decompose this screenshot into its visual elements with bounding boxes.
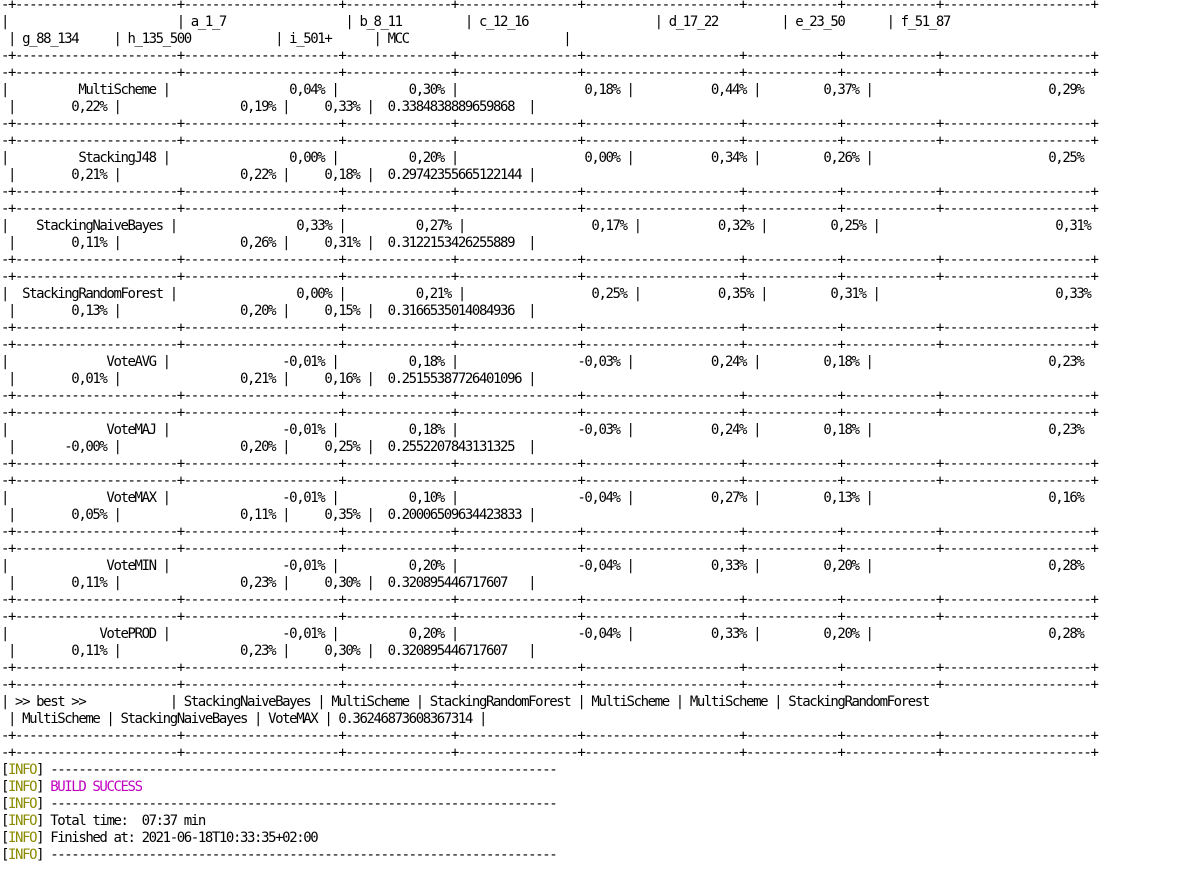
table-border: -+-----------------------+--------------… — [1, 48, 1099, 64]
table-border: -+-----------------------+--------------… — [1, 745, 1099, 761]
table-border: -+-----------------------+--------------… — [1, 133, 1099, 149]
table-border: -+-----------------------+--------------… — [1, 184, 1099, 200]
table-row-line: | 0,11% | 0,23% | 0,30% | 0.320895446717… — [1, 643, 537, 659]
table-row-line: | StackingRandomForest | 0,00% | 0,21% |… — [1, 286, 1092, 302]
table-border: -+-----------------------+--------------… — [1, 609, 1099, 625]
table-border: -+-----------------------+--------------… — [1, 456, 1099, 472]
table-border: -+-----------------------+--------------… — [1, 660, 1099, 676]
table-row-line: | VoteMIN | -0,01% | 0,20% | -0,04% | 0,… — [1, 558, 1085, 574]
table-border: -+-----------------------+--------------… — [1, 405, 1099, 421]
table-border: -+-----------------------+--------------… — [1, 116, 1099, 132]
info-label: INFO — [8, 830, 38, 846]
table-row-line: | VoteAVG | -0,01% | 0,18% | -0,03% | 0,… — [1, 354, 1085, 370]
table-row-line: | 0,22% | 0,19% | 0,33% | 0.338483888965… — [1, 99, 537, 115]
table-row-line: | -0,00% | 0,20% | 0,25% | 0.25522078431… — [1, 439, 537, 455]
table-border: -+-----------------------+--------------… — [1, 337, 1099, 353]
total-time: [INFO] Total time: 07:37 min — [1, 813, 206, 829]
table-border: -+-----------------------+--------------… — [1, 728, 1099, 744]
info-label: INFO — [8, 779, 38, 795]
table-border: -+-----------------------+--------------… — [1, 320, 1099, 336]
table-row-line: | 0,21% | 0,22% | 0,18% | 0.297423556651… — [1, 167, 537, 183]
best-row-line: | MultiScheme | StackingNaiveBayes | Vot… — [1, 711, 487, 727]
build-status: [INFO] BUILD SUCCESS — [1, 779, 143, 795]
table-border: -+-----------------------+--------------… — [1, 592, 1099, 608]
info-label: INFO — [8, 796, 38, 812]
table-row-line: | StackingJ48 | 0,00% | 0,20% | 0,00% | … — [1, 150, 1085, 166]
table-row-line: | 0,11% | 0,26% | 0,31% | 0.312215342625… — [1, 235, 537, 251]
table-border: -+-----------------------+--------------… — [1, 0, 1099, 13]
finished-at: [INFO] Finished at: 2021-06-18T10:33:35+… — [1, 830, 319, 846]
log-separator: [INFO] ---------------------------------… — [1, 762, 558, 778]
info-label: INFO — [8, 847, 38, 863]
table-row-line: | VotePROD | -0,01% | 0,20% | -0,04% | 0… — [1, 626, 1085, 642]
table-border: -+-----------------------+--------------… — [1, 677, 1099, 693]
table-border: -+-----------------------+--------------… — [1, 65, 1099, 81]
table-border: -+-----------------------+--------------… — [1, 252, 1099, 268]
table-row-line: | 0,05% | 0,11% | 0,35% | 0.200065096344… — [1, 507, 537, 523]
table-header-line: | g_88_134 | h_135_500 | i_501+ | MCC | — [1, 31, 572, 47]
console-output: -+-----------------------+--------------… — [1, 0, 1193, 864]
table-row-line: | StackingNaiveBayes | 0,33% | 0,27% | 0… — [1, 218, 1092, 234]
table-border: -+-----------------------+--------------… — [1, 473, 1099, 489]
table-row-line: | VoteMAJ | -0,01% | 0,18% | -0,03% | 0,… — [1, 422, 1085, 438]
log-separator: [INFO] ---------------------------------… — [1, 847, 558, 863]
log-separator: [INFO] ---------------------------------… — [1, 796, 558, 812]
table-header-line: | | a_1_7 | b_8_11 | c_12_16 | d_17_22 |… — [1, 14, 951, 30]
table-border: -+-----------------------+--------------… — [1, 201, 1099, 217]
info-label: INFO — [8, 762, 38, 778]
table-border: -+-----------------------+--------------… — [1, 269, 1099, 285]
best-row-line: | >> best >> | StackingNaiveBayes | Mult… — [1, 694, 930, 710]
table-border: -+-----------------------+--------------… — [1, 388, 1099, 404]
table-border: -+-----------------------+--------------… — [1, 541, 1099, 557]
table-row-line: | VoteMAX | -0,01% | 0,10% | -0,04% | 0,… — [1, 490, 1085, 506]
table-row-line: | 0,13% | 0,20% | 0,15% | 0.316653501408… — [1, 303, 537, 319]
table-row-line: | 0,11% | 0,23% | 0,30% | 0.320895446717… — [1, 575, 537, 591]
table-row-line: | MultiScheme | 0,04% | 0,30% | 0,18% | … — [1, 82, 1085, 98]
info-label: INFO — [8, 813, 38, 829]
table-border: -+-----------------------+--------------… — [1, 524, 1099, 540]
table-row-line: | 0,01% | 0,21% | 0,16% | 0.251553877264… — [1, 371, 537, 387]
